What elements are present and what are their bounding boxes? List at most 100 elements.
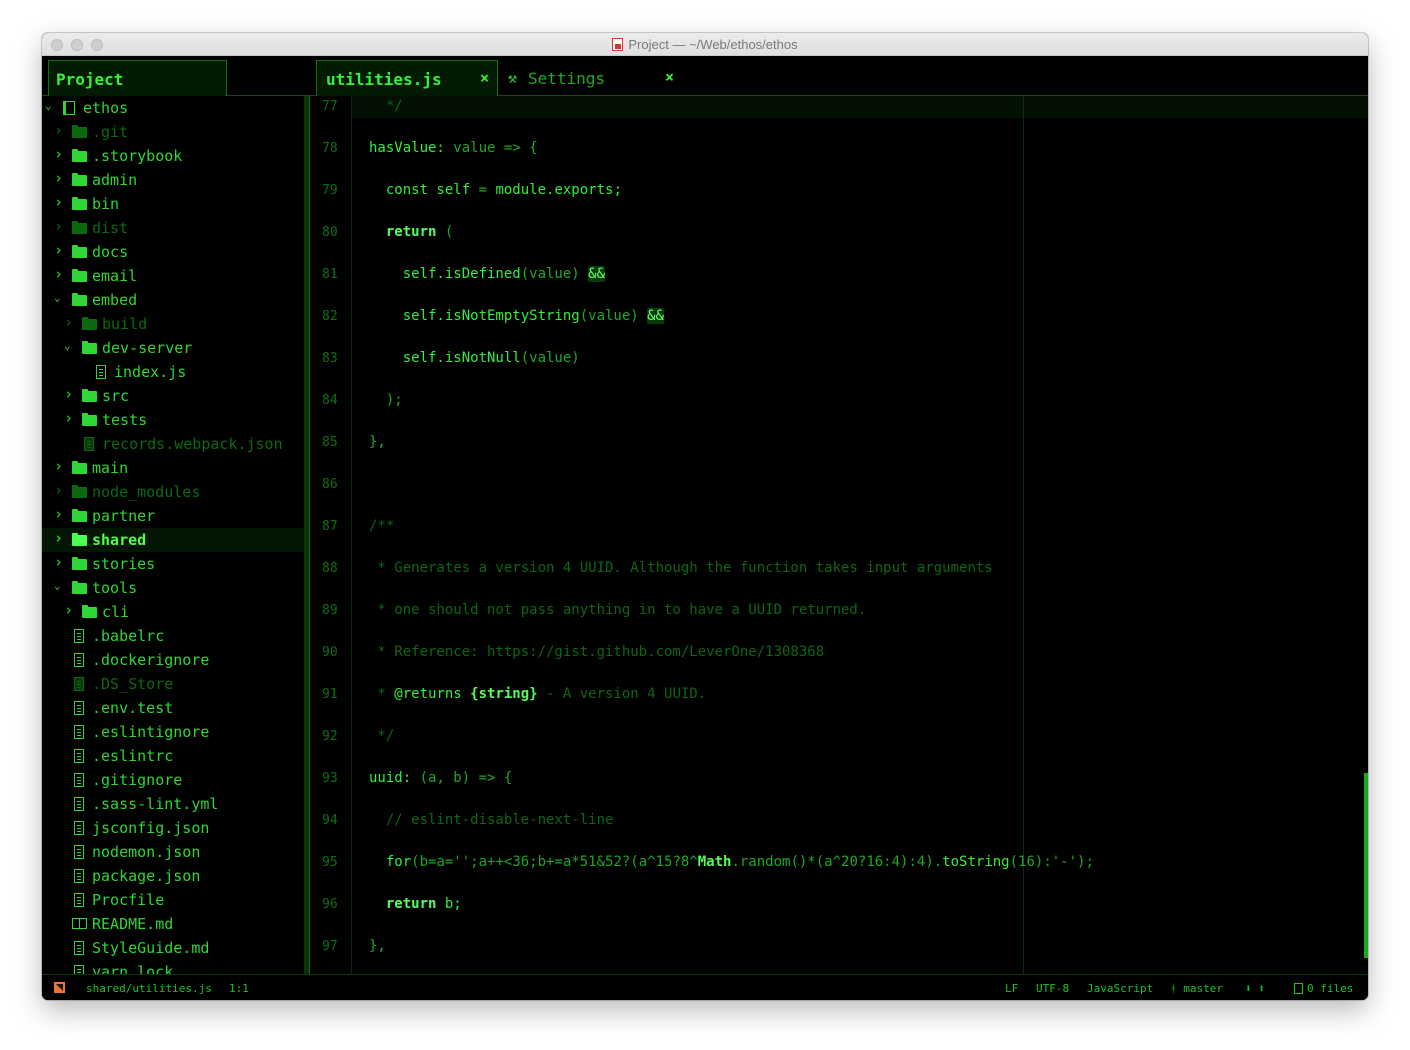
line-number[interactable]: 82 — [310, 309, 352, 324]
chevron-down-icon[interactable]: ⌄ — [54, 291, 64, 304]
code-line[interactable]: * @returns {string} - A version 4 UUID. — [369, 686, 706, 702]
code-line[interactable]: ); — [369, 392, 403, 408]
tree-item[interactable]: › src — [42, 384, 304, 408]
file-status-icon[interactable] — [54, 982, 65, 993]
line-number[interactable]: 96 — [310, 897, 352, 912]
line-number[interactable]: 84 — [310, 393, 352, 408]
tree-item[interactable]: package.json — [42, 864, 304, 888]
tree-item[interactable]: › partner — [42, 504, 304, 528]
chevron-right-icon[interactable]: › — [64, 385, 74, 403]
chevron-right-icon[interactable]: › — [64, 409, 74, 427]
tree-item[interactable]: › stories — [42, 552, 304, 576]
tree-item[interactable]: .env.test — [42, 696, 304, 720]
close-icon[interactable]: × — [665, 68, 674, 86]
line-number[interactable]: 87 — [310, 519, 352, 534]
tree-item[interactable]: jsconfig.json — [42, 816, 304, 840]
tree-item[interactable]: records.webpack.json — [42, 432, 304, 456]
code-line[interactable]: */ — [369, 728, 394, 744]
line-number[interactable]: 90 — [310, 645, 352, 660]
line-number[interactable]: 77 — [310, 99, 352, 114]
tree-item[interactable]: › docs — [42, 240, 304, 264]
chevron-right-icon[interactable]: › — [54, 145, 64, 163]
status-github-files[interactable]: 0 files — [1294, 982, 1353, 995]
chevron-right-icon[interactable]: › — [54, 505, 64, 523]
chevron-right-icon[interactable]: › — [54, 241, 64, 259]
chevron-down-icon[interactable]: ⌄ — [54, 579, 64, 592]
chevron-right-icon[interactable]: › — [54, 217, 64, 235]
line-number-gutter[interactable]: 77 78 79 80 81 82 83 84 85 86 87 88 89 90 91 92 93 94 95 96… — [310, 96, 352, 974]
code-line[interactable]: uuid: (a, b) => { — [369, 770, 512, 786]
line-number[interactable]: 91 — [310, 687, 352, 702]
tree-item[interactable]: .DS_Store — [42, 672, 304, 696]
tree-item[interactable]: › .storybook — [42, 144, 304, 168]
tree-item[interactable]: ⌄ embed — [42, 288, 304, 312]
chevron-right-icon[interactable]: › — [54, 529, 64, 547]
line-number[interactable]: 95 — [310, 855, 352, 870]
code-line[interactable]: // eslint-disable-next-line — [369, 812, 614, 828]
tree-item[interactable]: .gitignore — [42, 768, 304, 792]
code-line[interactable]: hasValue: value => { — [369, 140, 538, 156]
line-number[interactable]: 79 — [310, 183, 352, 198]
tab-utilities-js[interactable]: utilities.js × — [316, 60, 498, 96]
chevron-right-icon[interactable]: › — [64, 601, 74, 619]
line-number[interactable]: 83 — [310, 351, 352, 366]
tree-item[interactable]: ⌄ tools — [42, 576, 304, 600]
status-line-ending[interactable]: LF — [1005, 982, 1018, 995]
status-grammar[interactable]: JavaScript — [1087, 982, 1153, 995]
tree-item[interactable]: .eslintrc — [42, 744, 304, 768]
tab-settings[interactable]: ⚒ Settings × — [506, 60, 676, 96]
status-cursor-position[interactable]: 1:1 — [229, 982, 249, 995]
status-file-path[interactable]: shared/utilities.js — [86, 982, 212, 995]
chevron-right-icon[interactable]: › — [54, 457, 64, 475]
tree-item[interactable]: .eslintignore — [42, 720, 304, 744]
line-number[interactable]: 80 — [310, 225, 352, 240]
chevron-down-icon[interactable]: ⌄ — [45, 99, 55, 112]
line-number[interactable]: 88 — [310, 561, 352, 576]
tree-item[interactable]: › .git — [42, 120, 304, 144]
line-number[interactable]: 97 — [310, 939, 352, 954]
status-git-branch[interactable]: ᚼ master — [1170, 982, 1223, 995]
tree-item[interactable]: › tests — [42, 408, 304, 432]
tree-item[interactable]: .babelrc — [42, 624, 304, 648]
code-line[interactable]: for(b=a='';a++<36;b+=a*51&52?(a^15?8^Mat… — [369, 854, 1094, 870]
code-line[interactable]: /** — [369, 518, 394, 534]
tree-item[interactable]: › email — [42, 264, 304, 288]
project-tree[interactable]: ⌄ ethos › .git › .storybook › admin › bin › dist › do… — [42, 96, 304, 974]
code-line[interactable]: return ( — [369, 224, 453, 240]
chevron-right-icon[interactable]: › — [54, 193, 64, 211]
tree-item[interactable]: nodemon.json — [42, 840, 304, 864]
line-number[interactable]: 86 — [310, 477, 352, 492]
status-encoding[interactable]: UTF-8 — [1036, 982, 1069, 995]
code-line[interactable]: self.isDefined(value) && — [369, 266, 606, 282]
tree-item[interactable]: › node_modules — [42, 480, 304, 504]
line-number[interactable]: 89 — [310, 603, 352, 618]
tab-project[interactable]: Project — [48, 60, 227, 96]
chevron-right-icon[interactable]: › — [54, 169, 64, 187]
tree-item[interactable]: README.md — [42, 912, 304, 936]
tree-item[interactable]: .sass-lint.yml — [42, 792, 304, 816]
close-icon[interactable]: × — [480, 69, 489, 87]
line-number[interactable]: 85 — [310, 435, 352, 450]
vertical-scrollbar[interactable] — [1364, 773, 1368, 958]
chevron-down-icon[interactable]: ⌄ — [64, 339, 74, 352]
tree-item[interactable]: index.js — [42, 360, 304, 384]
tree-item[interactable]: › shared — [42, 528, 304, 552]
tree-item[interactable]: › admin — [42, 168, 304, 192]
tree-item[interactable]: › dist — [42, 216, 304, 240]
chevron-right-icon[interactable]: › — [64, 313, 74, 331]
chevron-right-icon[interactable]: › — [54, 553, 64, 571]
code-line[interactable]: self.isNotNull(value) — [369, 350, 580, 366]
tree-item[interactable]: yarn.lock — [42, 960, 304, 974]
code-line[interactable]: * Reference: https://gist.github.com/Lev… — [369, 644, 824, 660]
code-editor[interactable]: 77 78 79 80 81 82 83 84 85 86 87 88 89 90 91 92 93 94 95 96… — [310, 96, 1368, 974]
status-push-pull-icon[interactable]: ⬇ ⬆ — [1245, 982, 1265, 995]
chevron-right-icon[interactable]: › — [54, 265, 64, 283]
code-line[interactable]: }, — [369, 434, 386, 450]
tree-item[interactable]: › bin — [42, 192, 304, 216]
tree-item[interactable]: › main — [42, 456, 304, 480]
code-line[interactable]: return b; — [369, 896, 462, 912]
chevron-right-icon[interactable]: › — [54, 481, 64, 499]
tree-item[interactable]: Procfile — [42, 888, 304, 912]
tree-item[interactable]: › cli — [42, 600, 304, 624]
tree-item[interactable]: .dockerignore — [42, 648, 304, 672]
